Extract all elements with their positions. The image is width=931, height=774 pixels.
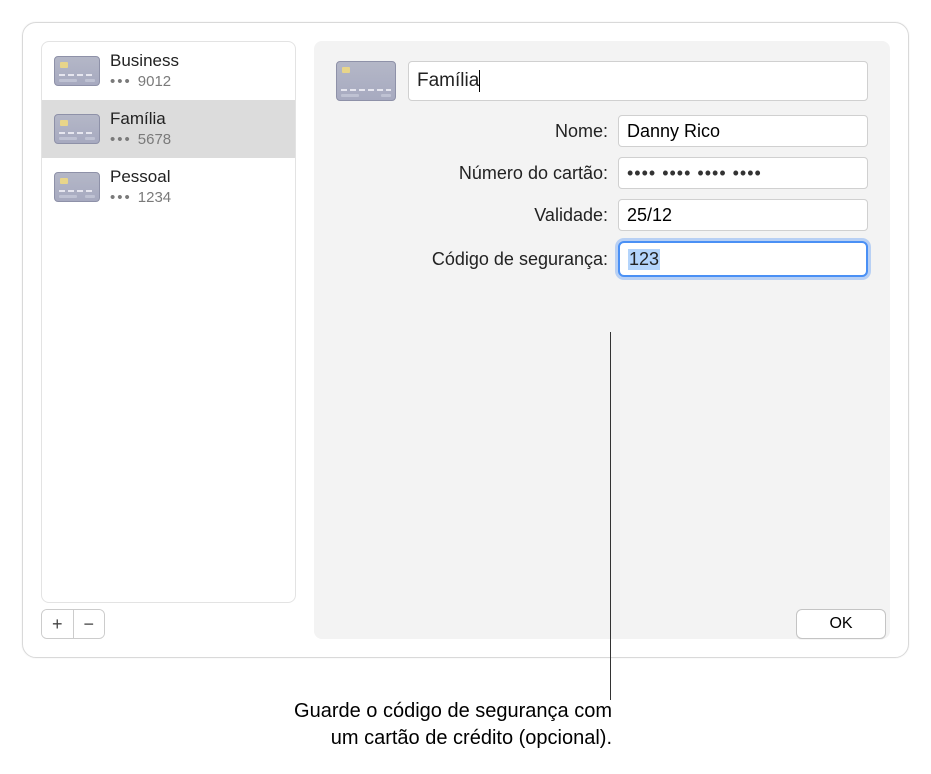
list-item-sub: ••• 1234 bbox=[110, 189, 171, 208]
label-expiry: Validade: bbox=[408, 205, 608, 226]
credit-card-icon bbox=[54, 172, 100, 202]
list-item-title: Família bbox=[110, 108, 171, 129]
list-item-title: Pessoal bbox=[110, 166, 171, 187]
card-number-input[interactable]: •••• •••• •••• •••• bbox=[618, 157, 868, 189]
remove-card-button[interactable]: − bbox=[74, 610, 105, 638]
card-list: Business ••• 9012 Família ••• bbox=[41, 41, 296, 603]
list-item-sub: ••• 5678 bbox=[110, 131, 171, 150]
list-item-title: Business bbox=[110, 50, 179, 71]
add-remove-group: + − bbox=[41, 609, 105, 639]
security-code-input[interactable]: 123 bbox=[618, 241, 868, 277]
label-cvv: Código de segurança: bbox=[408, 249, 608, 270]
callout-text: Guarde o código de segurança com um cart… bbox=[100, 698, 612, 752]
callout-leader-line bbox=[610, 332, 611, 700]
sidebar: Business ••• 9012 Família ••• bbox=[41, 41, 296, 639]
list-item-familia[interactable]: Família ••• 5678 bbox=[42, 100, 295, 158]
list-item-sub: ••• 9012 bbox=[110, 73, 179, 92]
list-item-pessoal[interactable]: Pessoal ••• 1234 bbox=[42, 158, 295, 216]
ok-button[interactable]: OK bbox=[796, 609, 886, 639]
card-label-input[interactable]: Família bbox=[408, 61, 868, 101]
card-title-row: Família bbox=[336, 61, 868, 101]
credit-card-icon bbox=[336, 61, 396, 101]
card-form: Nome: Número do cartão: •••• •••• •••• •… bbox=[408, 115, 868, 277]
card-detail-panel: Família Nome: Número do cartão: •••• •••… bbox=[314, 41, 890, 639]
credit-card-icon bbox=[54, 114, 100, 144]
text-cursor bbox=[479, 70, 480, 92]
label-name: Nome: bbox=[408, 121, 608, 142]
add-card-button[interactable]: + bbox=[42, 610, 74, 638]
label-number: Número do cartão: bbox=[408, 163, 608, 184]
autofill-cards-window: Business ••• 9012 Família ••• bbox=[22, 22, 909, 658]
list-item-business[interactable]: Business ••• 9012 bbox=[42, 42, 295, 100]
expiry-input[interactable] bbox=[618, 199, 868, 231]
credit-card-icon bbox=[54, 56, 100, 86]
cardholder-name-input[interactable] bbox=[618, 115, 868, 147]
